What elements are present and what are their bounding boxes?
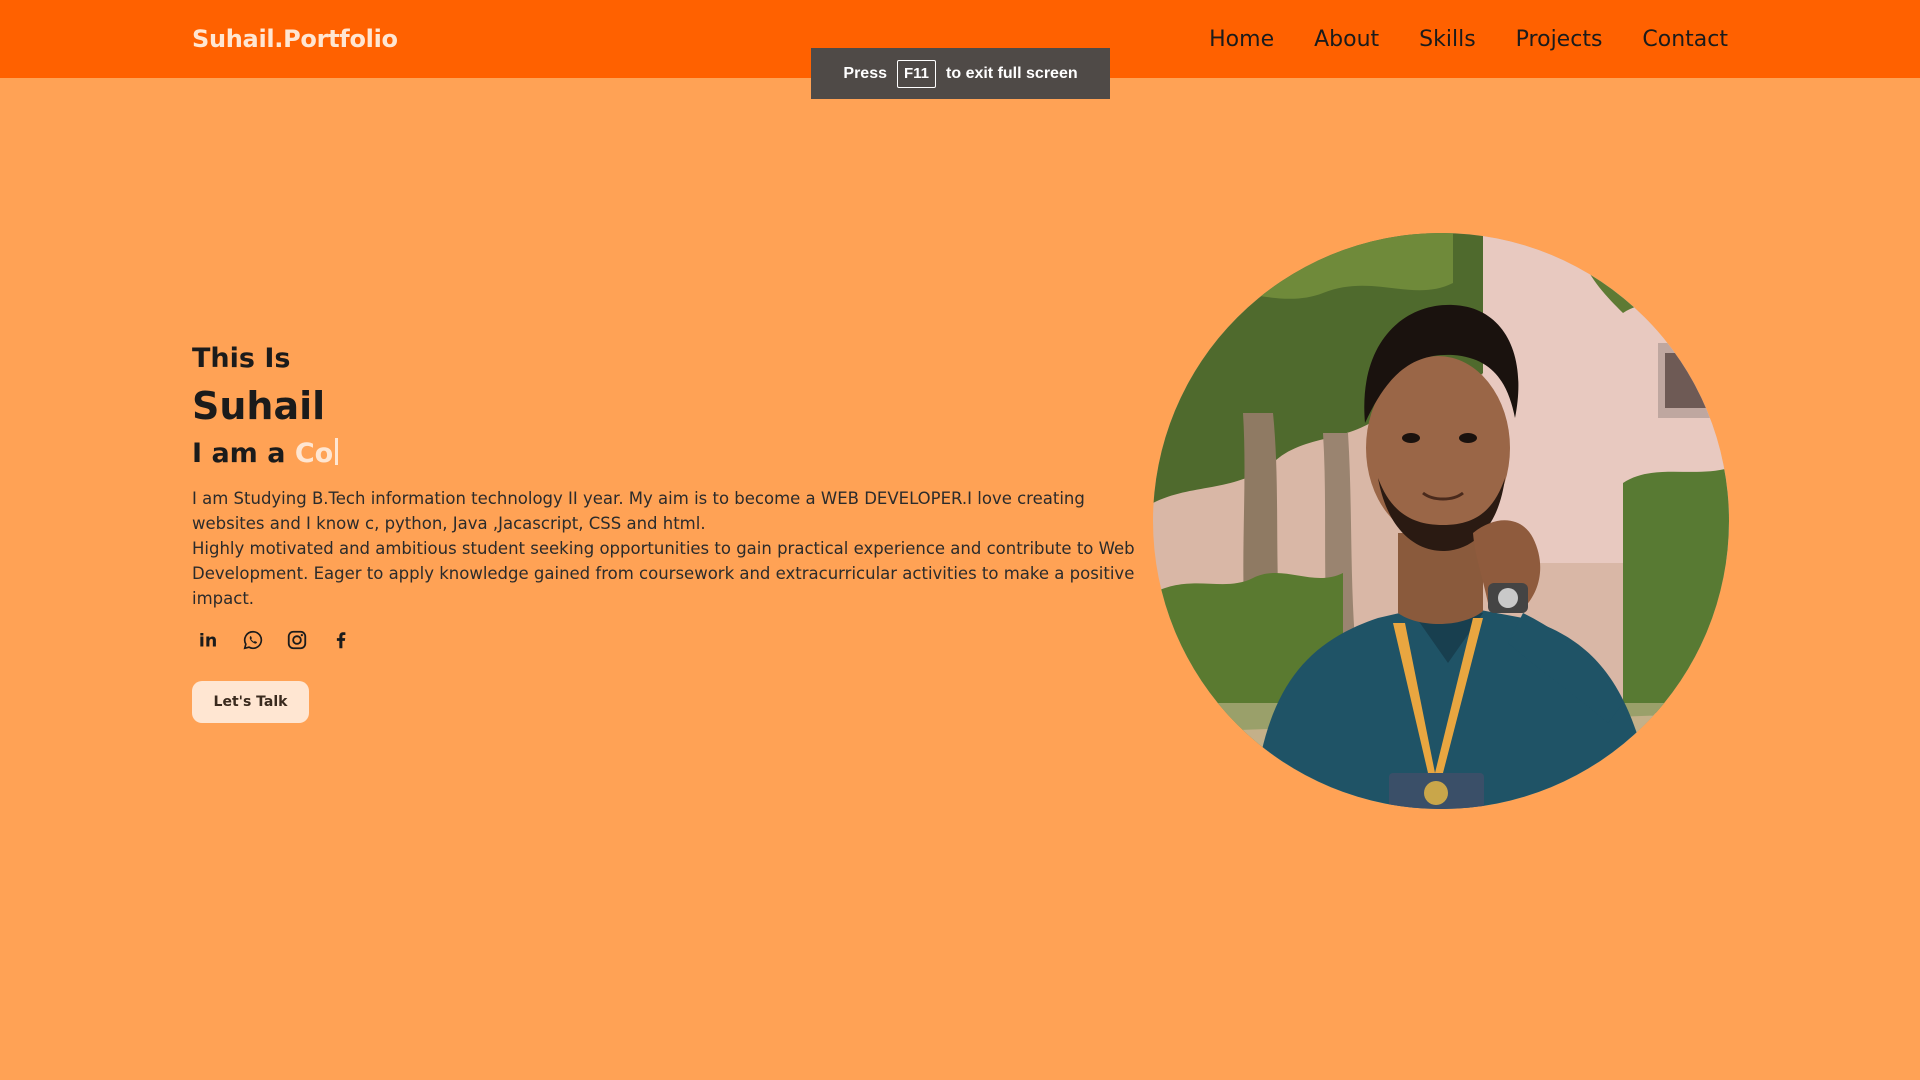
nav-link-skills[interactable]: Skills: [1419, 27, 1476, 52]
social-links: in: [198, 629, 1152, 651]
hero-name: Suhail: [192, 384, 326, 428]
facebook-icon[interactable]: [330, 629, 352, 651]
instagram-icon[interactable]: [286, 629, 308, 651]
svg-text:in: in: [199, 631, 217, 651]
brand-logo[interactable]: Suhail.Portfolio: [192, 25, 398, 53]
whatsapp-icon[interactable]: [242, 629, 264, 651]
profile-photo-illustration: [1153, 233, 1729, 809]
nav-link-projects[interactable]: Projects: [1516, 27, 1603, 52]
typing-cursor: [335, 438, 339, 465]
profile-photo: [1153, 233, 1729, 809]
hero-section: This Is Suhail I am a Co I am Studying B…: [192, 340, 1152, 723]
linkedin-icon[interactable]: in: [198, 629, 220, 651]
role-typed-text: Co: [294, 438, 334, 469]
role-line: I am a Co: [192, 434, 1152, 474]
lets-talk-button[interactable]: Let's Talk: [192, 681, 309, 723]
bio: I am Studying B.Tech information technol…: [192, 486, 1152, 611]
role-prefix: I am a: [192, 438, 286, 469]
fullscreen-exit-toast: Press F11 to exit full screen: [811, 48, 1110, 99]
nav-link-home[interactable]: Home: [1209, 27, 1274, 52]
toast-prefix: Press: [843, 64, 887, 82]
bio-paragraph-2: Highly motivated and ambitious student s…: [192, 539, 1135, 608]
toast-suffix: to exit full screen: [946, 64, 1078, 82]
bio-paragraph-1: I am Studying B.Tech information technol…: [192, 489, 1085, 533]
hero-intro: This Is: [192, 343, 291, 374]
nav-link-about[interactable]: About: [1314, 27, 1379, 52]
nav-menu: Home About Skills Projects Contact: [1209, 27, 1728, 52]
nav-link-contact[interactable]: Contact: [1642, 27, 1728, 52]
toast-key: F11: [896, 59, 937, 88]
